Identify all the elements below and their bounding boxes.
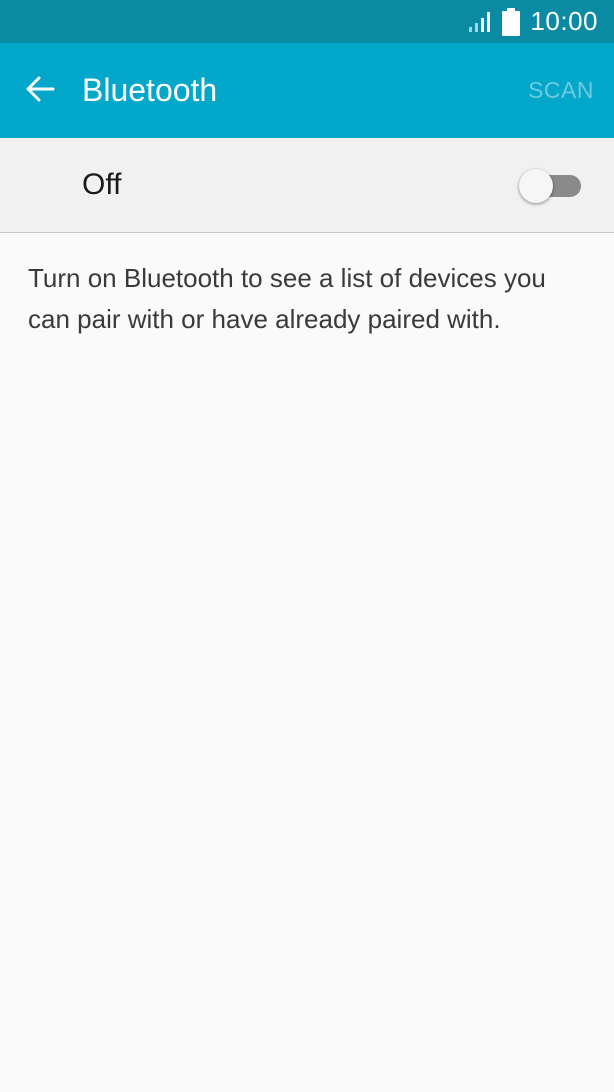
- toggle-thumb: [519, 169, 553, 203]
- page-title: Bluetooth: [82, 72, 218, 108]
- arrow-left-icon: [25, 76, 55, 107]
- signal-icon: [468, 11, 492, 33]
- status-bar: 10:00: [0, 0, 614, 43]
- bluetooth-toggle[interactable]: [519, 169, 581, 203]
- bluetooth-info-text: Turn on Bluetooth to see a list of devic…: [28, 263, 546, 334]
- bluetooth-master-switch-row[interactable]: Off: [0, 138, 614, 233]
- status-time: 10:00: [530, 6, 598, 36]
- status-indicators: 10:00: [468, 0, 598, 43]
- scan-button[interactable]: SCAN: [528, 43, 594, 138]
- app-bar: Bluetooth SCAN: [0, 43, 614, 138]
- battery-icon: [502, 7, 521, 36]
- switch-state-label: Off: [82, 168, 122, 201]
- back-button[interactable]: [12, 63, 68, 119]
